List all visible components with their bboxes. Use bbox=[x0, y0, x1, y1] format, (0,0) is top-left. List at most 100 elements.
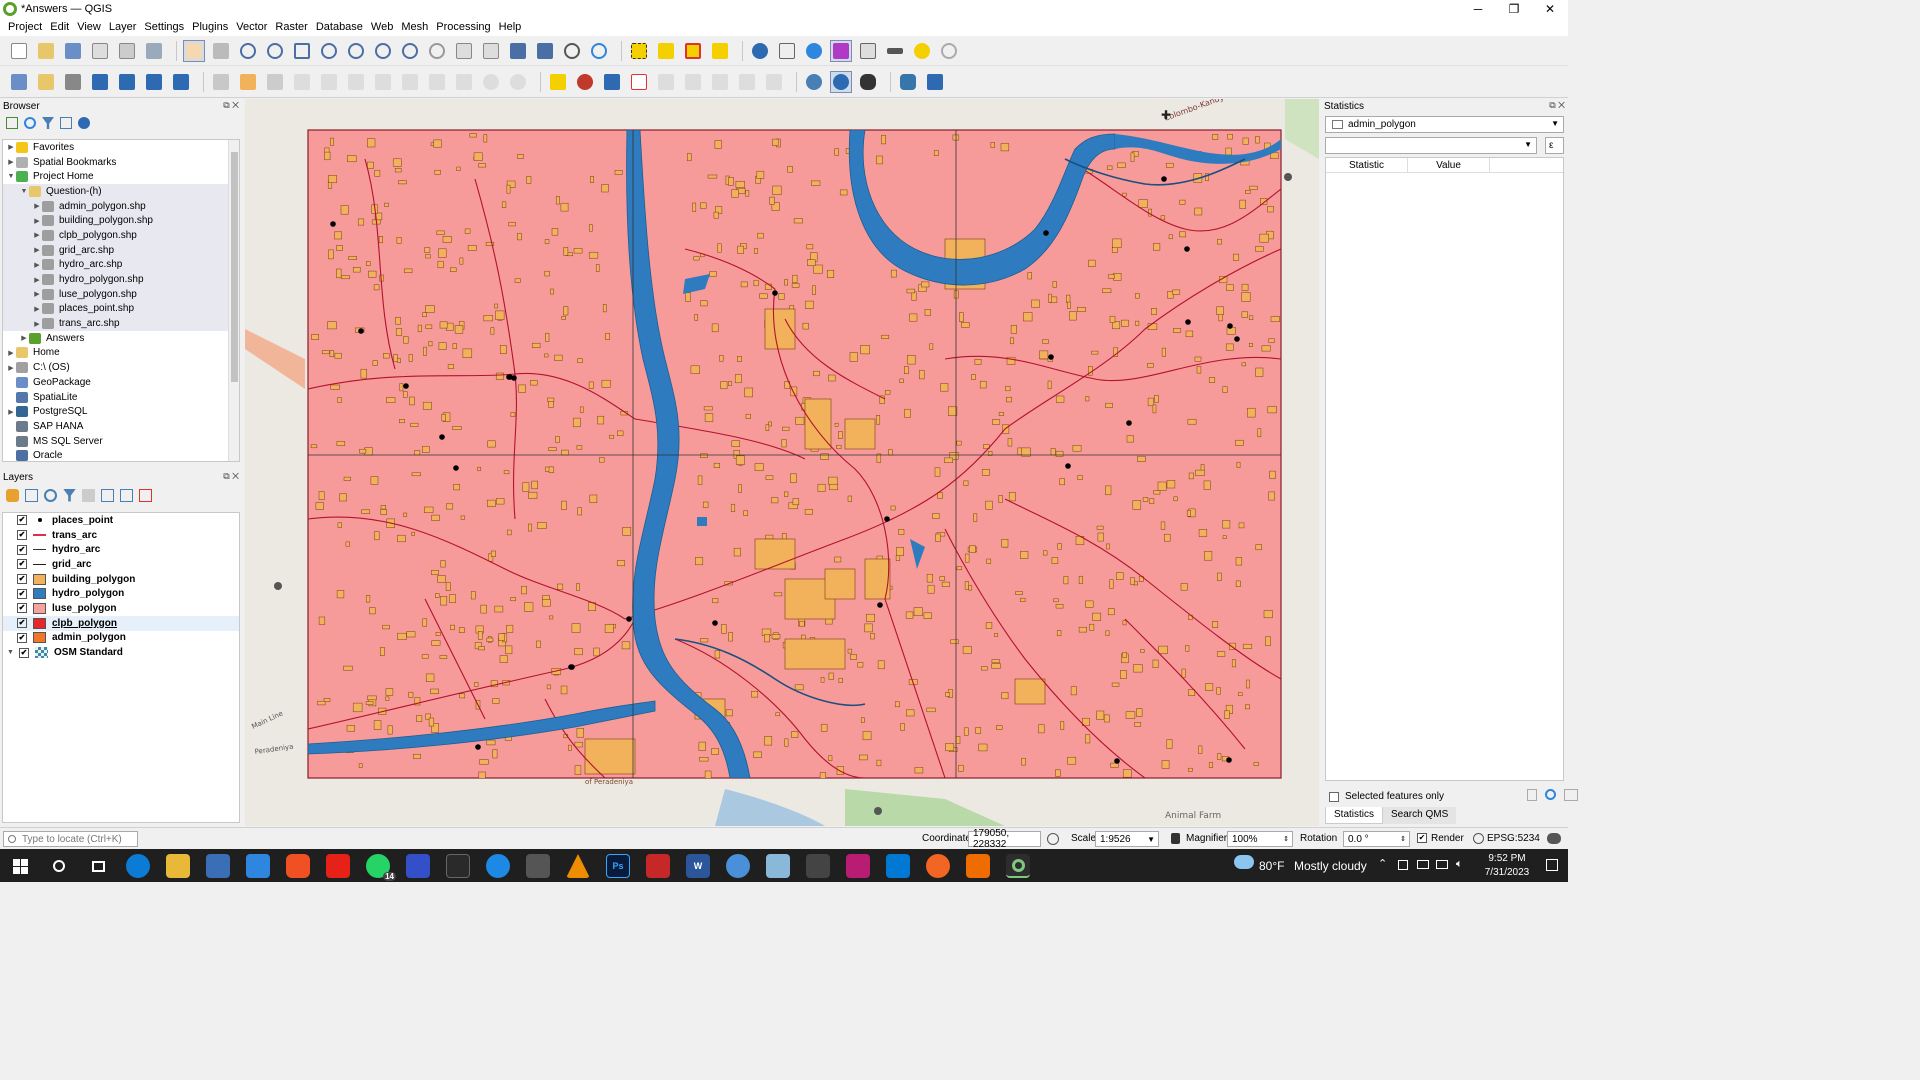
move-label-button[interactable] bbox=[709, 71, 731, 93]
task-view-icon[interactable] bbox=[86, 854, 110, 878]
coordinate-field[interactable]: 179050, 228332 bbox=[968, 828, 1041, 850]
new-temp-layer-button[interactable] bbox=[116, 71, 138, 93]
map-canvas[interactable]: Colombo-Kandy Peradeniya Main Line Anima… bbox=[245, 99, 1319, 826]
chevron-down-icon[interactable]: ▼ bbox=[19, 188, 29, 195]
label-toolbar-button[interactable] bbox=[547, 71, 569, 93]
browser-item[interactable]: ▶ Favorites bbox=[3, 140, 239, 155]
style-manager-button[interactable] bbox=[143, 40, 165, 62]
python-console-button[interactable] bbox=[897, 71, 919, 93]
delete-selected-button[interactable] bbox=[372, 71, 394, 93]
layer-item[interactable]: ✔ luse_polygon bbox=[3, 601, 239, 616]
browser-item[interactable]: ▶ Spatial Bookmarks bbox=[3, 155, 239, 170]
vertex-tool-button[interactable] bbox=[318, 71, 340, 93]
layer-visibility-checkbox[interactable]: ✔ bbox=[17, 588, 27, 599]
paste-features-button[interactable] bbox=[453, 71, 475, 93]
zoom-native-button[interactable] bbox=[372, 40, 394, 62]
chevron-right-icon[interactable]: ▶ bbox=[6, 408, 16, 416]
chevron-right-icon[interactable]: ▶ bbox=[32, 320, 42, 328]
new-shapefile-layer-button[interactable] bbox=[62, 71, 84, 93]
map-render[interactable]: Colombo-Kandy Peradeniya Main Line Anima… bbox=[245, 99, 1319, 826]
locator-search-input[interactable]: Type to locate (Ctrl+K) bbox=[3, 831, 138, 847]
sublime-icon[interactable] bbox=[926, 854, 950, 878]
panel-float-close-icon[interactable]: ⧉ ✕ bbox=[1549, 100, 1565, 111]
browser-item[interactable]: ▶ admin_polygon.shp bbox=[3, 198, 239, 214]
new-vector-tile-button[interactable] bbox=[170, 71, 192, 93]
chevron-right-icon[interactable]: ▶ bbox=[32, 217, 42, 225]
chevron-right-icon[interactable]: ▶ bbox=[32, 202, 42, 210]
select-by-value-button[interactable] bbox=[655, 40, 677, 62]
browser-item[interactable]: ▶ building_polygon.shp bbox=[3, 213, 239, 229]
digitize-button[interactable] bbox=[291, 71, 313, 93]
select-features-button[interactable] bbox=[628, 40, 650, 62]
layer-visibility-checkbox[interactable]: ✔ bbox=[17, 632, 27, 643]
open-field-calculator-button[interactable] bbox=[857, 40, 879, 62]
open-project-button[interactable] bbox=[35, 40, 57, 62]
menu-processing[interactable]: Processing bbox=[432, 21, 494, 33]
photoshop-icon[interactable]: Ps bbox=[606, 854, 630, 878]
cut-features-button[interactable] bbox=[399, 71, 421, 93]
panel-float-close-icon[interactable]: ⧉ ✕ bbox=[223, 471, 239, 482]
redo-button[interactable] bbox=[507, 71, 529, 93]
change-label-button[interactable] bbox=[763, 71, 785, 93]
notes-icon[interactable] bbox=[766, 854, 790, 878]
microsoft-store-icon[interactable] bbox=[206, 854, 230, 878]
processing-toolbox-button[interactable] bbox=[803, 40, 825, 62]
browser-item[interactable]: ▶ clpb_polygon.shp bbox=[3, 228, 239, 243]
browser-item[interactable]: GeoPackage bbox=[3, 375, 239, 390]
chevron-right-icon[interactable]: ▶ bbox=[32, 231, 42, 239]
zoom-next-button[interactable] bbox=[426, 40, 448, 62]
chevron-down-icon[interactable]: ▼ bbox=[6, 173, 16, 180]
browser-item[interactable]: ▶ C:\ (OS) bbox=[3, 360, 239, 375]
layer-item[interactable]: ✔ places_point bbox=[3, 513, 239, 528]
help-button[interactable] bbox=[924, 71, 946, 93]
identify-features-button[interactable] bbox=[749, 40, 771, 62]
new-print-layout-button[interactable] bbox=[89, 40, 111, 62]
layer-visibility-checkbox[interactable]: ✔ bbox=[17, 515, 27, 526]
collapse-all-icon[interactable] bbox=[120, 488, 133, 502]
toggle-extents-icon[interactable] bbox=[1047, 833, 1059, 845]
chevron-right-icon[interactable]: ▶ bbox=[6, 158, 16, 166]
layer-item[interactable]: ✔ hydro_arc bbox=[3, 542, 239, 557]
weather-description[interactable]: Mostly cloudy bbox=[1294, 859, 1367, 873]
zoom-full-button[interactable] bbox=[291, 40, 313, 62]
layer-visibility-checkbox[interactable]: ✔ bbox=[17, 574, 27, 585]
close-button[interactable]: ✕ bbox=[1532, 0, 1568, 18]
layer-visibility-checkbox[interactable]: ✔ bbox=[17, 530, 27, 541]
more-options-icon[interactable] bbox=[1564, 789, 1578, 801]
tray-chevron-up-icon[interactable]: ⌃ bbox=[1378, 857, 1387, 870]
expression-button[interactable]: ε bbox=[1545, 137, 1564, 154]
browser-item[interactable]: ▶ Home bbox=[3, 346, 239, 361]
weather-temperature[interactable]: 80°F bbox=[1259, 859, 1284, 873]
layer-item[interactable]: ✔ clpb_polygon bbox=[3, 615, 239, 631]
chevron-right-icon[interactable]: ▶ bbox=[19, 334, 29, 342]
crs-globe-icon[interactable] bbox=[1473, 833, 1484, 844]
chevron-right-icon[interactable]: ▶ bbox=[32, 261, 42, 269]
word-icon[interactable]: W bbox=[686, 854, 710, 878]
select-by-location-button[interactable] bbox=[709, 40, 731, 62]
magnifier-spinbox[interactable]: 100% ⇕ bbox=[1227, 831, 1293, 847]
menu-plugins[interactable]: Plugins bbox=[188, 21, 232, 33]
layer-visibility-checkbox[interactable]: ✔ bbox=[19, 647, 29, 658]
chevron-right-icon[interactable]: ▶ bbox=[32, 305, 42, 313]
menu-mesh[interactable]: Mesh bbox=[397, 21, 432, 33]
tray-battery-icon[interactable] bbox=[1417, 860, 1429, 869]
current-edits-button[interactable] bbox=[210, 71, 232, 93]
tab-statistics[interactable]: Statistics bbox=[1325, 807, 1384, 824]
acrobat-icon[interactable] bbox=[646, 854, 670, 878]
brave-browser-icon[interactable] bbox=[286, 854, 310, 878]
notification-icon[interactable] bbox=[1546, 859, 1558, 871]
scale-combobox[interactable]: 1:9526 ▼ bbox=[1095, 831, 1159, 847]
new-virtual-layer-button[interactable] bbox=[143, 71, 165, 93]
menu-view[interactable]: View bbox=[73, 21, 105, 33]
browser-item[interactable]: ▶ grid_arc.shp bbox=[3, 242, 239, 258]
selected-features-only-checkbox[interactable] bbox=[1329, 791, 1339, 802]
data-source-manager-button[interactable] bbox=[8, 71, 30, 93]
filter-expression-icon[interactable] bbox=[82, 488, 95, 502]
browser-item[interactable]: ▶ luse_polygon.shp bbox=[3, 286, 239, 302]
toggle-editing-button[interactable] bbox=[237, 71, 259, 93]
maximize-button[interactable]: ❐ bbox=[1496, 0, 1532, 18]
modify-attributes-button[interactable] bbox=[345, 71, 367, 93]
browser-item[interactable]: Oracle bbox=[3, 448, 239, 461]
layer-item[interactable]: ✔ hydro_polygon bbox=[3, 586, 239, 601]
weather-cloud-icon[interactable] bbox=[1234, 855, 1254, 869]
